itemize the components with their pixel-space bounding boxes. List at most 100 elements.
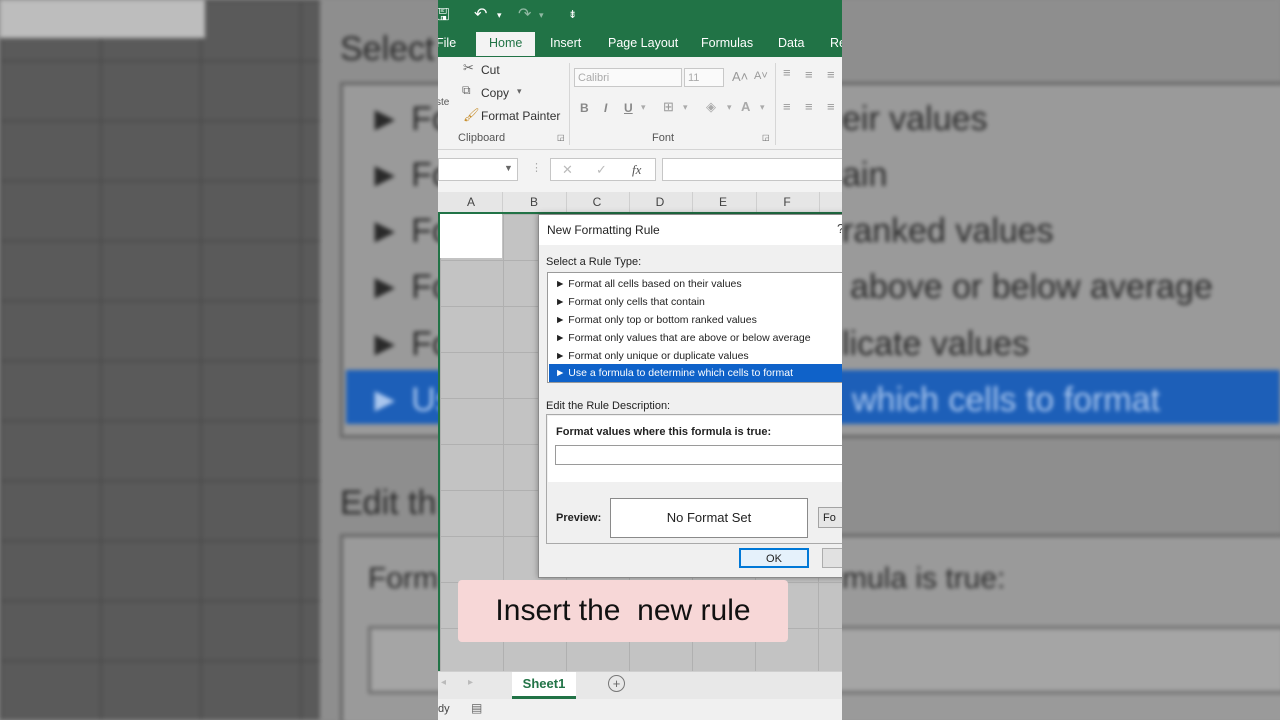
tab-page-layout[interactable]: Page Layout [608,36,678,50]
select-rule-type-label: Select a Rule Type: [546,256,642,268]
rule-type-item[interactable]: ► Format all cells based on their values [549,275,842,293]
background-rule-0-tail: eir values [842,100,988,138]
font-size-box[interactable]: 11 [684,68,724,87]
background-grid [0,0,340,720]
rule-type-item[interactable]: ► Format only values that are above or b… [549,329,842,347]
dialog-title: New Formatting Rule [547,223,660,237]
background-edit-heading: Edit th [340,484,437,522]
italic-button[interactable]: I [604,101,607,115]
formula-input[interactable] [662,158,842,181]
copy-icon: ⧉ [462,83,471,97]
formula-condition-input[interactable] [555,445,842,465]
undo-icon[interactable]: ↶ [474,4,487,24]
status-bar: dy ▤ [438,699,842,720]
undo-dropdown-icon[interactable]: ▾ [497,10,502,21]
enter-check-icon[interactable]: ✓ [596,162,607,178]
help-button[interactable]: ? [837,221,842,236]
save-icon[interactable]: 🖫 [438,4,450,31]
column-header-f[interactable]: F [757,195,817,209]
paste-button-label[interactable]: ste [438,97,449,108]
background-formula-label-prefix: Form [368,562,438,595]
rule-type-list: ► Format all cells based on their values… [547,272,842,383]
tab-file[interactable]: File [438,36,456,50]
rule-type-item-selected[interactable]: ► Use a formula to determine which cells… [549,364,842,382]
font-launcher-icon[interactable]: ◲ [762,133,770,142]
align-center-icon[interactable]: ≡ [805,99,813,114]
column-header-b[interactable]: B [504,195,564,209]
column-divider [502,192,503,212]
cut-button[interactable]: Cut [481,63,500,77]
format-painter-button[interactable]: Format Painter [481,109,560,123]
background-formula-label-tail: mula is true: [842,562,1006,595]
tab-home[interactable]: Home [476,32,536,56]
font-group-label: Font [652,132,675,144]
quick-access-toolbar: 🖫 ↶ ▾ ↷ ▾ ⇟ [438,0,842,30]
background-rule-3-tail: above or below average [850,268,1213,306]
align-left-icon[interactable]: ≡ [783,99,791,114]
sheet-tab-sheet1[interactable]: Sheet1 [512,672,576,699]
borders-icon[interactable]: ⊞ [663,99,674,115]
font-name-box[interactable]: Calibri [574,68,682,87]
cancel-button[interactable] [822,548,842,568]
copy-button[interactable]: Copy [481,86,509,100]
column-header-c[interactable]: C [567,195,627,209]
font-color-dropdown-icon[interactable]: ▾ [760,102,765,113]
clipboard-launcher-icon[interactable]: ◲ [557,133,565,142]
rule-description-box: Format values where this formula is true… [546,414,842,544]
grow-font-icon[interactable]: A˄ [732,69,748,84]
add-sheet-icon[interactable]: + [608,675,625,692]
background-rule-5-tail: which cells to format [852,381,1160,419]
fill-color-icon[interactable]: ◈ [706,99,716,115]
active-cell[interactable] [440,214,502,258]
column-divider [819,192,820,212]
align-middle-icon[interactable]: ≡ [805,67,813,82]
scroll-right-icon[interactable]: ▸ [468,677,473,688]
ok-button[interactable]: OK [739,548,809,568]
format-button[interactable]: Fo [818,507,842,528]
macro-record-icon[interactable]: ▤ [471,701,482,715]
bold-button[interactable]: B [580,101,589,115]
align-right-icon[interactable]: ≡ [827,99,835,114]
sheet-tab-bar: ◂ ▸ Sheet1 + [438,671,842,700]
status-text: dy [438,703,450,715]
rule-type-item[interactable]: ► Format only top or bottom ranked value… [549,311,842,329]
video-caption: Insert the new rule [458,580,788,642]
cancel-entry-icon[interactable]: ✕ [562,162,573,178]
rule-type-item[interactable]: ► Format only cells that contain [549,293,842,311]
clipboard-group-label: Clipboard [458,132,506,144]
preview-box: No Format Set [610,498,808,538]
column-headers: A B C D E F [438,192,842,214]
insert-function-icon[interactable]: fx [632,162,641,178]
formula-condition-label: Format values where this formula is true… [556,426,772,438]
rule-type-item[interactable]: ► Format only unique or duplicate values [549,347,842,365]
tab-formulas[interactable]: Formulas [701,36,753,50]
underline-dropdown-icon[interactable]: ▾ [641,102,646,113]
column-header-e[interactable]: E [693,195,753,209]
background-rule-4-tail: licate values [842,325,1030,363]
background-select-heading: Select [340,30,435,68]
align-bottom-icon[interactable]: ≡ [827,67,835,82]
align-top-icon[interactable]: ≡ [783,65,791,80]
background-rule-2-tail: ranked values [842,212,1054,250]
fill-color-dropdown-icon[interactable]: ▾ [727,102,732,113]
underline-button[interactable]: U [624,101,633,115]
borders-dropdown-icon[interactable]: ▾ [683,102,688,113]
shrink-font-icon[interactable]: A˅ [754,70,768,82]
name-box-dropdown-icon[interactable]: ▼ [504,163,513,173]
paintbrush-icon: 🖌 [463,107,480,122]
column-header-d[interactable]: D [630,195,690,209]
tab-data[interactable]: Data [778,36,804,50]
ribbon-separator [775,63,776,145]
font-color-icon[interactable]: A [741,99,750,114]
scroll-left-icon[interactable]: ◂ [441,677,446,688]
redo-icon[interactable]: ↷ [518,4,531,24]
tab-insert[interactable]: Insert [550,36,581,50]
column-header-a[interactable]: A [441,195,501,209]
copy-dropdown-icon[interactable]: ▾ [517,86,522,97]
redo-dropdown-icon[interactable]: ▾ [539,10,544,21]
ribbon-home: ste ✂ Cut ⧉ Copy ▾ 🖌 Format Painter Clip… [438,57,842,150]
customize-toolbar-icon[interactable]: ⇟ [568,8,577,21]
scissors-icon: ✂ [463,60,474,75]
new-formatting-rule-dialog: New Formatting Rule ? Select a Rule Type… [538,214,842,578]
tab-review[interactable]: Re [830,36,842,50]
